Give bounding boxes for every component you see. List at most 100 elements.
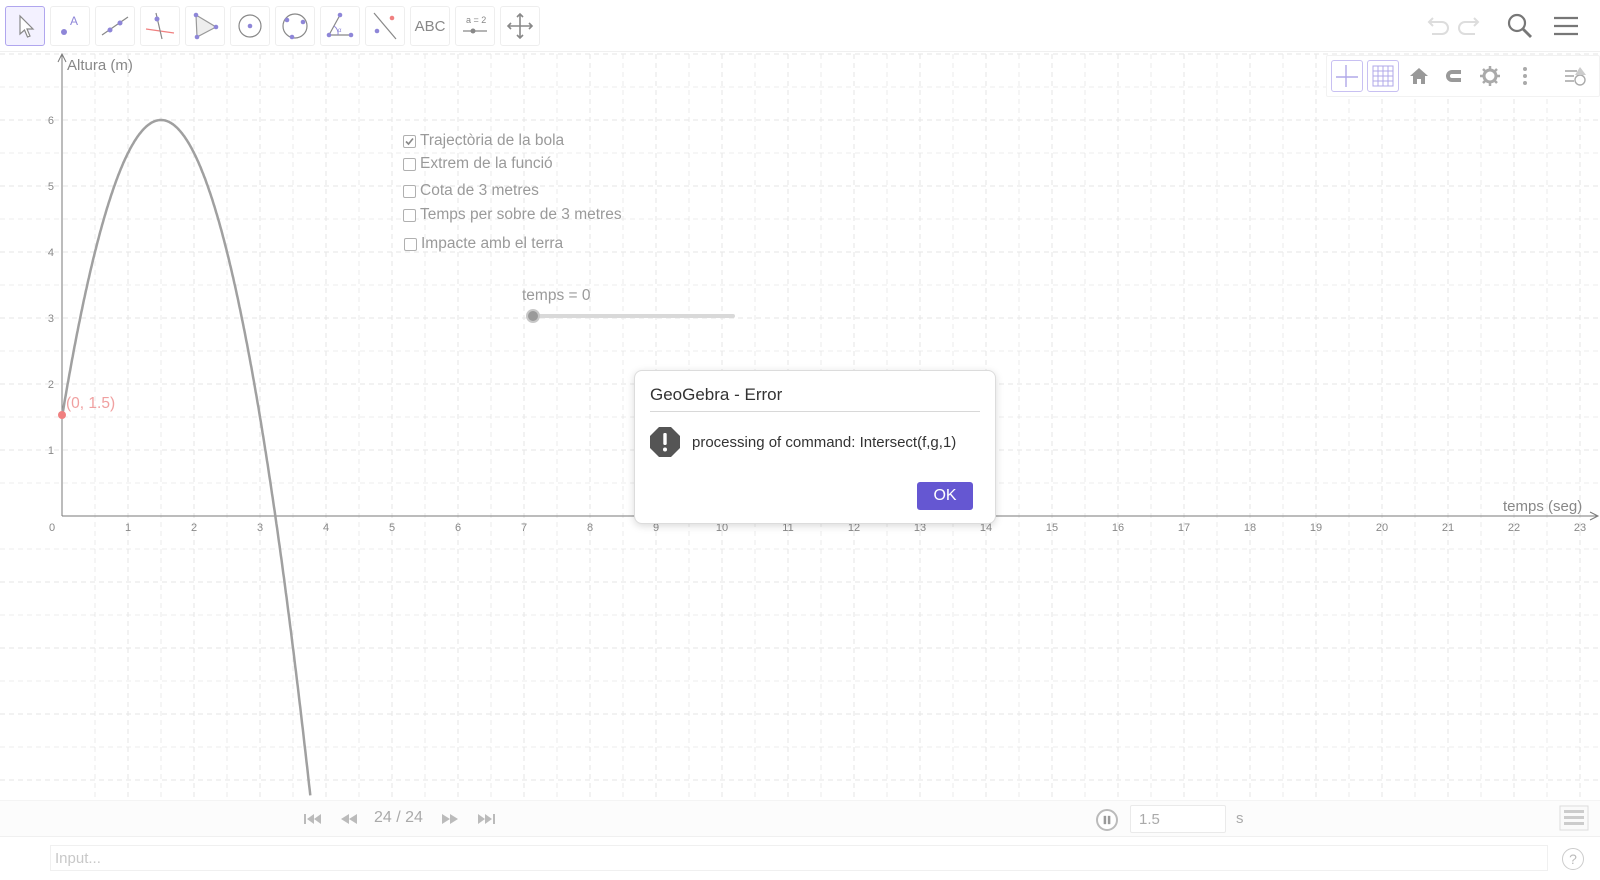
x-tick-label: 2 — [191, 522, 197, 534]
x-tick-label: 6 — [455, 522, 461, 534]
error-dialog: GeoGebra - Error processing of command: … — [634, 370, 996, 524]
ok-button[interactable]: OK — [917, 482, 973, 510]
skip-to-start-icon — [304, 814, 321, 824]
toggle-style-bar-button[interactable] — [1559, 60, 1591, 92]
construction-protocol-navigation: 24 / 24 — [0, 800, 1600, 836]
style-bar-toggle-icon — [1565, 67, 1586, 86]
algebra-input-field[interactable] — [50, 845, 1548, 871]
checkbox-ground-impact-box[interactable] — [404, 237, 417, 251]
x-tick-label: 1 — [125, 522, 131, 534]
time-slider-handle[interactable] — [526, 309, 540, 323]
circle-tool-button[interactable] — [230, 6, 270, 46]
dialog-message: processing of command: Intersect(f,g,1) — [692, 434, 957, 451]
main-menu-button[interactable] — [1548, 8, 1584, 44]
y-tick-label: 4 — [48, 247, 54, 259]
slider-tool-button[interactable]: a = 2 — [455, 6, 495, 46]
more-options-button[interactable] — [1509, 60, 1541, 92]
angle-tool-button[interactable]: α — [320, 6, 360, 46]
next-step-button[interactable] — [437, 809, 463, 829]
play-speed-unit: s — [1236, 810, 1244, 827]
checkbox-extremum-box[interactable] — [403, 157, 416, 171]
redo-icon — [1458, 17, 1480, 35]
move-tool-button[interactable] — [5, 6, 45, 46]
x-tick-label: 5 — [389, 522, 395, 534]
polygon-icon — [193, 12, 219, 40]
previous-step-button[interactable] — [336, 809, 362, 829]
svg-text:A: A — [70, 14, 78, 28]
dialog-title: GeoGebra - Error — [650, 385, 783, 404]
table-of-values-icon[interactable] — [1559, 805, 1589, 831]
toggle-axes-button[interactable] — [1331, 60, 1363, 92]
time-slider-label: temps = 0 — [522, 287, 591, 304]
x-tick-label: 16 — [1112, 522, 1124, 534]
y-tick-label: 3 — [48, 313, 54, 325]
search-button[interactable] — [1502, 8, 1538, 44]
grid-icon — [1372, 65, 1394, 87]
start-point-label: (0, 1.5) — [66, 395, 115, 412]
checkbox-trajectory[interactable]: Trajectòria de la bola — [403, 132, 564, 150]
line-tool-button[interactable] — [95, 6, 135, 46]
checkbox-extremum[interactable]: Extrem de la funció — [403, 155, 553, 173]
x-axis-label: temps (seg) — [1503, 498, 1582, 515]
checkbox-time-above-3m[interactable]: Temps per sobre de 3 metres — [403, 206, 622, 224]
toggle-grid-button[interactable] — [1367, 60, 1399, 92]
x-tick-label: 3 — [257, 522, 263, 534]
text-tool-label: ABC — [414, 17, 446, 35]
time-slider-track[interactable] — [533, 314, 735, 318]
conic-tool-button[interactable] — [275, 6, 315, 46]
standard-view-button[interactable] — [1403, 60, 1435, 92]
polygon-tool-button[interactable] — [185, 6, 225, 46]
x-tick-label: 22 — [1508, 522, 1520, 534]
text-tool-button[interactable]: ABC — [410, 6, 450, 46]
graphics-style-bar — [1326, 55, 1600, 97]
pause-icon — [1103, 815, 1111, 825]
checkbox-time-above-3m-box[interactable] — [403, 208, 416, 222]
slider-icon: a = 2 — [463, 15, 487, 34]
svg-text:a = 2: a = 2 — [466, 15, 486, 25]
checkbox-ground-impact[interactable]: Impacte amb el terra — [404, 235, 563, 253]
pause-button[interactable] — [1096, 809, 1118, 831]
y-tick-label: 5 — [48, 181, 54, 193]
reflect-tool-button[interactable] — [365, 6, 405, 46]
home-icon — [1410, 68, 1428, 84]
redo-button[interactable] — [1453, 8, 1489, 44]
point-tool-button[interactable]: A — [50, 6, 90, 46]
graphics-settings-button[interactable] — [1474, 60, 1506, 92]
x-tick-label: 20 — [1376, 522, 1388, 534]
first-step-button[interactable] — [300, 809, 326, 829]
checkbox-trajectory-box[interactable] — [403, 134, 416, 148]
checkbox-3m-level-label: Cota de 3 metres — [420, 182, 539, 199]
line-icon — [101, 16, 129, 36]
x-tick-label: 8 — [587, 522, 593, 534]
circle-icon — [238, 14, 262, 38]
checkbox-time-above-3m-label: Temps per sobre de 3 metres — [420, 206, 622, 223]
x-tick-label: 17 — [1178, 522, 1190, 534]
checkbox-3m-level[interactable]: Cota de 3 metres — [403, 182, 539, 200]
play-speed-field[interactable]: 1.5 — [1130, 805, 1226, 833]
y-axis-ticks: 1 2 3 4 5 6 — [48, 115, 54, 457]
ball-trajectory-curve[interactable] — [60, 118, 312, 796]
undo-icon — [1427, 17, 1449, 35]
more-vertical-icon — [1523, 67, 1527, 85]
rewind-icon — [341, 814, 357, 824]
gear-icon — [1480, 66, 1500, 86]
move-graphics-view-button[interactable] — [500, 6, 540, 46]
x-tick-label: 21 — [1442, 522, 1454, 534]
x-tick-label: 23 — [1574, 522, 1586, 534]
point-icon: A — [61, 14, 78, 35]
y-tick-label: 2 — [48, 379, 54, 391]
checkbox-3m-level-box[interactable] — [403, 184, 416, 198]
start-point[interactable] — [58, 411, 66, 419]
skip-to-end-icon — [478, 814, 495, 824]
y-tick-label: 6 — [48, 115, 54, 127]
search-icon — [1507, 13, 1532, 38]
undo-button[interactable] — [1418, 8, 1454, 44]
perpendicular-line-tool-button[interactable] — [140, 6, 180, 46]
circle-through-points-icon — [282, 13, 308, 40]
help-icon[interactable]: ? — [1562, 848, 1584, 870]
y-axis-label: Altura (m) — [67, 57, 133, 74]
last-step-button[interactable] — [473, 809, 499, 829]
point-capturing-button[interactable] — [1438, 60, 1470, 92]
algebra-input-bar: ? — [0, 836, 1600, 880]
x-tick-label: 4 — [323, 522, 329, 534]
